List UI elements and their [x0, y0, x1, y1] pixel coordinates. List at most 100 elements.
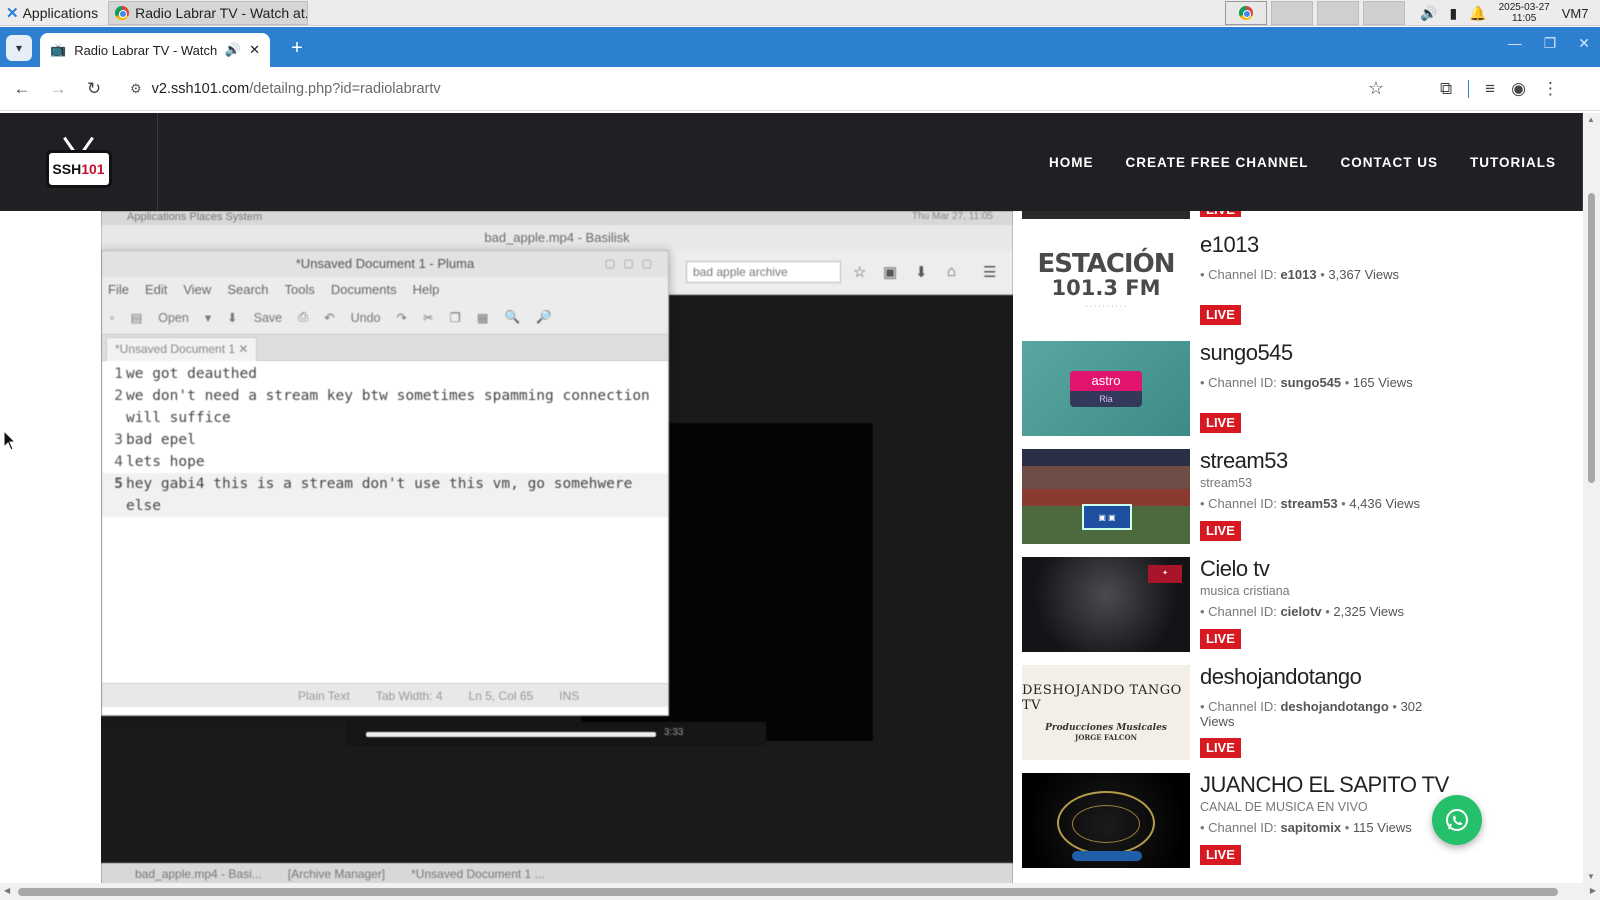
- channel-thumbnail[interactable]: ▣ ▣: [1022, 449, 1190, 544]
- scroll-down-icon[interactable]: ▼: [1587, 872, 1595, 881]
- chrome-icon: [1239, 6, 1253, 20]
- close-window-icon[interactable]: ✕: [1578, 35, 1590, 52]
- bookmark-star-icon[interactable]: ☆: [1368, 78, 1384, 99]
- profile-icon[interactable]: ◉: [1511, 79, 1526, 99]
- mouse-cursor-icon: [3, 430, 17, 451]
- channel-thumbnail[interactable]: ESTACIÓN 101.3 FM · · · · · · · · · ·: [1022, 233, 1190, 328]
- nav-contact-us[interactable]: CONTACT US: [1341, 155, 1439, 170]
- pluma-menu-edit: Edit: [144, 281, 168, 297]
- horizontal-scroll-thumb[interactable]: [18, 888, 1558, 896]
- applications-menu[interactable]: ✕ Applications: [0, 0, 104, 26]
- close-tab-icon[interactable]: ✕: [249, 42, 260, 58]
- line-number: 2: [114, 388, 123, 404]
- channel-thumbnail[interactable]: astro Ria: [1022, 341, 1190, 436]
- whatsapp-button[interactable]: [1432, 795, 1482, 845]
- workspace-4[interactable]: [1363, 1, 1405, 25]
- logo-screen: SSH 101: [45, 150, 112, 188]
- page-horizontal-scrollbar[interactable]: ◀ ▶: [0, 883, 1600, 900]
- pluma-tab-width: Tab Width: 4: [375, 688, 443, 703]
- user-label[interactable]: VM7: [1562, 6, 1589, 21]
- line-number: 5: [114, 476, 123, 492]
- channel-name[interactable]: stream53: [1200, 449, 1288, 473]
- channel-item[interactable]: ✦ Cielo tv musica cristiana • Channel ID: c…: [1022, 557, 1552, 657]
- reload-button[interactable]: ↻: [76, 71, 112, 107]
- new-tab-button[interactable]: +: [284, 35, 310, 61]
- channel-views: 3,367: [1328, 267, 1361, 282]
- toolbar-actions: ⧉ ≡ ◉ ⋮: [1440, 71, 1559, 107]
- tab-active[interactable]: 📺 Radio Labrar TV - Watch 🔊 ✕: [40, 33, 270, 67]
- thumb-text: ESTACIÓN: [1037, 249, 1176, 279]
- battery-icon[interactable]: ▮: [1449, 5, 1457, 22]
- workspace-1[interactable]: [1225, 1, 1267, 25]
- channel-item[interactable]: ▣ ▣ stream53 stream53 • Channel ID: stream5…: [1022, 449, 1552, 549]
- minimize-icon[interactable]: —: [1508, 35, 1522, 52]
- channel-thumbnail[interactable]: [1022, 211, 1190, 219]
- page-vertical-scrollbar[interactable]: ▲ ▼: [1583, 113, 1600, 883]
- pluma-editor: 1 we got deauthed 2 we don't need a stream…: [102, 361, 668, 683]
- channel-name[interactable]: sungo545: [1200, 341, 1293, 365]
- vm-task-item: *Unsaved Document 1 ...: [411, 867, 545, 881]
- pluma-open-label: Open: [158, 310, 189, 325]
- channel-item[interactable]: ESTACIÓN 101.3 FM · · · · · · · · · · e1013…: [1022, 233, 1552, 333]
- close-icon: ✕: [238, 342, 249, 356]
- clock-time: 11:05: [1512, 13, 1537, 24]
- channel-item-partial[interactable]: LIVE: [1022, 211, 1552, 219]
- channel-views: 4,436: [1349, 496, 1382, 511]
- broadcast-logo: ▣ ▣: [1082, 504, 1132, 530]
- scroll-right-icon[interactable]: ▶: [1590, 886, 1596, 895]
- views-label: Views: [1378, 375, 1413, 390]
- pluma-doc-tab-label: *Unsaved Document 1: [115, 342, 236, 356]
- clock[interactable]: 2025-03-27 11:05: [1499, 2, 1550, 24]
- channel-meta: • Channel ID: deshojandotango • 302 View…: [1200, 699, 1423, 729]
- back-button[interactable]: ←: [4, 71, 40, 107]
- speaker-icon[interactable]: 🔊: [225, 42, 241, 58]
- views-label: Views: [1369, 604, 1405, 619]
- site-info-icon[interactable]: ⚙: [130, 81, 142, 97]
- tab-search-button[interactable]: ▾: [6, 35, 32, 61]
- extensions-icon[interactable]: ⧉: [1440, 79, 1452, 99]
- restore-icon[interactable]: ❐: [1544, 35, 1557, 52]
- pluma-menu-tools: Tools: [284, 281, 315, 297]
- line-text: bad epel: [126, 432, 196, 448]
- chrome-icon: [115, 5, 130, 20]
- replace-icon: 🔎: [536, 310, 552, 324]
- channel-name[interactable]: e1013: [1200, 233, 1259, 257]
- nav-create-free-channel[interactable]: CREATE FREE CHANNEL: [1125, 155, 1308, 170]
- channel-thumbnail[interactable]: [1022, 773, 1190, 868]
- media-controls-icon[interactable]: ≡: [1485, 79, 1495, 99]
- site-header: SSH 101 HOME CREATE FREE CHANNEL CONTACT …: [0, 113, 1583, 211]
- scroll-left-icon[interactable]: ◀: [4, 886, 10, 895]
- views-label: Views: [1364, 267, 1400, 282]
- address-bar[interactable]: ⚙ v2.ssh101.com/detailng.php?id=radiolab…: [118, 72, 1408, 106]
- browser-toolbar: ← → ↻ ⚙ v2.ssh101.com/detailng.php?id=ra…: [0, 67, 1600, 111]
- notification-bell-icon[interactable]: 🔔: [1469, 5, 1486, 22]
- pluma-cursor-position: Ln 5, Col 65: [468, 688, 534, 703]
- workspace-3[interactable]: [1317, 1, 1359, 25]
- forward-button[interactable]: →: [40, 71, 76, 107]
- channel-name[interactable]: JUANCHO EL SAPITO TV: [1200, 773, 1449, 797]
- thumb-text: Ria: [1099, 393, 1113, 404]
- nav-tutorials[interactable]: TUTORIALS: [1470, 155, 1556, 170]
- scroll-up-icon[interactable]: ▲: [1587, 115, 1595, 124]
- channel-name[interactable]: Cielo tv: [1200, 557, 1270, 581]
- video-player[interactable]: Applications Places System Thu Mar 27, 1…: [101, 211, 1013, 883]
- browser-menu-icon[interactable]: ⋮: [1542, 79, 1559, 99]
- volume-icon[interactable]: 🔊: [1420, 5, 1437, 22]
- open-folder-icon: ▤: [130, 311, 143, 325]
- views-label: Views: [1200, 714, 1235, 729]
- channel-thumbnail[interactable]: ✦: [1022, 557, 1190, 652]
- channel-name[interactable]: deshojandotango: [1200, 665, 1362, 689]
- workspace-2[interactable]: [1271, 1, 1313, 25]
- star-icon: ☆: [853, 264, 867, 281]
- tab-title: Radio Labrar TV - Watch: [74, 42, 217, 58]
- vertical-scroll-thumb[interactable]: [1588, 193, 1595, 483]
- browser-tab-bar: ▾ 📺 Radio Labrar TV - Watch 🔊 ✕ + — ❐ ✕: [0, 27, 1600, 67]
- cut-icon: ✂: [422, 311, 434, 325]
- channel-thumbnail[interactable]: DESHOJANDO TANGO TV Producciones Musicale…: [1022, 665, 1190, 760]
- pluma-save-label: Save: [253, 310, 283, 325]
- channel-item[interactable]: astro Ria sungo545 • Channel ID: sungo545 •…: [1022, 341, 1552, 441]
- nav-home[interactable]: HOME: [1049, 155, 1094, 170]
- channel-item[interactable]: DESHOJANDO TANGO TV Producciones Musicale…: [1022, 665, 1552, 765]
- taskbar-browser-item[interactable]: Radio Labrar TV - Watch at...: [108, 0, 309, 25]
- site-logo-link[interactable]: SSH 101: [0, 113, 158, 211]
